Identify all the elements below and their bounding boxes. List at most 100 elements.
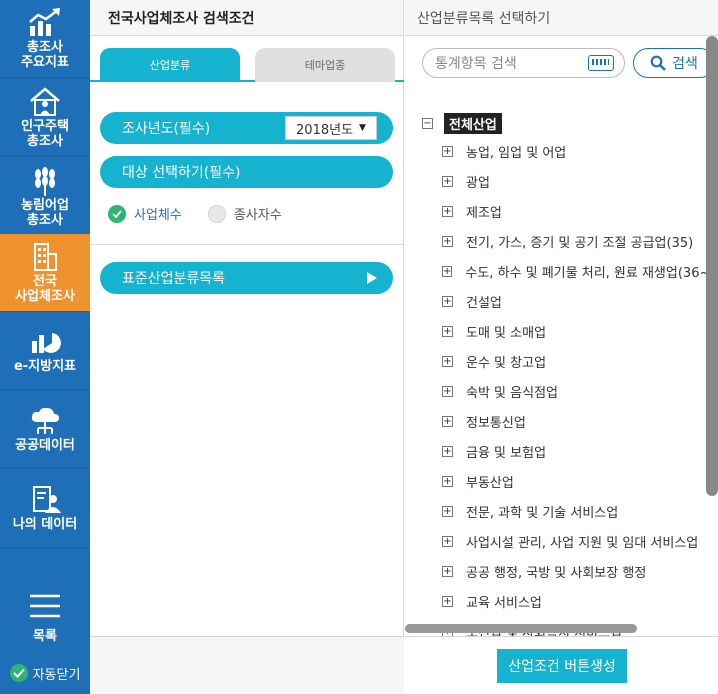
nav-label: e-지방지표	[13, 359, 77, 374]
expand-icon[interactable]: +	[442, 355, 453, 367]
tree-item[interactable]: + 수도, 하수 및 폐기물 처리, 원료 재생업(36~39)	[422, 256, 718, 286]
expand-icon[interactable]: +	[442, 445, 453, 457]
year-select[interactable]: 2018년도 ▼	[285, 116, 377, 140]
auto-close-label: 자동닫기	[32, 667, 81, 683]
tree-item[interactable]: + 전문, 과학 및 기술 서비스업	[422, 496, 702, 526]
wheat-icon	[27, 166, 63, 196]
user-document-icon	[27, 485, 63, 515]
tree-item[interactable]: + 공공 행정, 국방 및 사회보장 행정	[422, 556, 702, 586]
tab-theme-industry[interactable]: 테마업종	[255, 48, 395, 82]
tree-item[interactable]: + 운수 및 창고업	[422, 346, 702, 376]
industry-list-panel: 산업분류목록 선택하기 통계항목 검색 검색 − 전체산업 + 농업, 임업 및 …	[405, 0, 718, 694]
tab-bar: 산업분류 테마업종	[90, 46, 404, 82]
nav-label: 인구주택 총조사	[21, 118, 69, 149]
tree-item-label: 전문, 과학 및 기술 서비스업	[466, 505, 619, 521]
tree-item[interactable]: + 전기, 가스, 증기 및 공기 조절 공급업(35)	[422, 226, 702, 256]
tree-item-label: 부동산업	[466, 475, 514, 491]
expand-icon[interactable]: +	[442, 535, 453, 547]
tree-item-label: 공공 행정, 국방 및 사회보장 행정	[466, 565, 647, 581]
tree-item[interactable]: + 도매 및 소매업	[422, 316, 702, 346]
industry-tree: − 전체산업 + 농업, 임업 및 어업 + 광업 + 제조업 + 전기, 가스, 증기…	[422, 110, 718, 646]
auto-close-toggle[interactable]: 자동닫기	[0, 652, 90, 694]
radio-employee-count[interactable]: 종사자수	[207, 204, 282, 223]
search-button-label: 검색	[672, 56, 698, 72]
target-select-label: 대상 선택하기(필수)	[122, 165, 241, 181]
tree-item[interactable]: + 사업시설 관리, 사업 지원 및 임대 서비스업	[422, 526, 702, 556]
building-icon	[27, 242, 63, 272]
year-value: 2018년도	[296, 122, 354, 138]
divider	[90, 244, 404, 245]
search-icon	[650, 55, 666, 71]
panel-title: 전국사업체조사 검색조건	[90, 0, 403, 36]
left-nav: 총조사 주요지표 인구주택 총조사 농림어업 총조사 전국 사업체조사 e-지방…	[0, 0, 90, 694]
keyboard-icon[interactable]	[588, 55, 614, 71]
expand-icon[interactable]: +	[442, 325, 453, 337]
tab-industry-classification[interactable]: 산업분류	[100, 48, 240, 82]
expand-icon[interactable]: +	[442, 205, 453, 217]
expand-icon[interactable]: +	[442, 175, 453, 187]
vertical-scrollbar[interactable]	[706, 36, 718, 496]
tree-item-label: 수도, 하수 및 폐기물 처리, 원료 재생업(36~39)	[465, 265, 718, 281]
nav-item-agriculture[interactable]: 농림어업 총조사	[0, 158, 90, 236]
expand-icon[interactable]: +	[442, 565, 453, 577]
hamburger-icon	[30, 594, 60, 617]
tree-item-label: 농업, 임업 및 어업	[466, 145, 567, 161]
expand-icon[interactable]: +	[442, 475, 453, 487]
nav-label: 공공데이터	[15, 438, 75, 453]
check-icon	[9, 664, 28, 682]
expand-icon[interactable]: +	[442, 235, 453, 247]
expand-icon[interactable]: +	[442, 595, 453, 607]
chart-growth-icon	[27, 7, 63, 38]
target-radio-group: 사업체수 종사자수	[108, 204, 308, 223]
tree-item[interactable]: + 농업, 임업 및 어업	[422, 136, 702, 166]
search-button[interactable]: 검색	[633, 48, 715, 78]
tree-item-label: 운수 및 창고업	[466, 355, 547, 371]
nav-item-census-indicators[interactable]: 총조사 주요지표	[0, 0, 90, 78]
dropdown-arrow-icon: ▼	[359, 123, 366, 133]
bar-pie-chart-icon	[27, 327, 63, 357]
expand-icon[interactable]: +	[442, 265, 453, 277]
tree-item[interactable]: + 교육 서비스업	[422, 586, 702, 616]
tree-item-label: 사업시설 관리, 사업 지원 및 임대 서비스업	[466, 535, 699, 551]
expand-icon[interactable]: +	[442, 145, 453, 157]
expand-icon[interactable]: +	[442, 385, 453, 397]
nav-item-public-data[interactable]: 공공데이터	[0, 391, 90, 469]
expand-icon[interactable]: +	[442, 295, 453, 307]
search-conditions-panel: 전국사업체조사 검색조건 산업분류 테마업종 조사년도(필수) 2018년도 ▼…	[90, 0, 404, 694]
expand-icon[interactable]: +	[442, 415, 453, 427]
nav-item-my-data[interactable]: 나의 데이터	[0, 470, 90, 548]
tree-item-label: 전기, 가스, 증기 및 공기 조절 공급업(35)	[466, 235, 694, 251]
tree-item[interactable]: + 정보통신업	[422, 406, 702, 436]
menu-button[interactable]: 목록	[0, 584, 90, 652]
standard-classification-label: 표준산업분류목록	[122, 271, 226, 287]
tree-item[interactable]: + 건설업	[422, 286, 702, 316]
expand-icon[interactable]: +	[442, 505, 453, 517]
tree-item[interactable]: + 금융 및 보험업	[422, 436, 702, 466]
tree-root[interactable]: − 전체산업	[422, 110, 702, 136]
tree-item-label: 도매 및 소매업	[466, 325, 547, 341]
radio-checked-icon	[108, 204, 126, 223]
standard-classification-button[interactable]: 표준산업분류목록	[100, 262, 393, 294]
tree-item[interactable]: + 광업	[422, 166, 702, 196]
nav-item-local-indicators[interactable]: e-지방지표	[0, 312, 90, 390]
tree-item[interactable]: + 제조업	[422, 196, 702, 226]
tree-item[interactable]: + 부동산업	[422, 466, 702, 496]
horizontal-scrollbar[interactable]	[405, 624, 637, 633]
nav-item-population-housing[interactable]: 인구주택 총조사	[0, 79, 90, 157]
nav-label: 농림어업 총조사	[21, 197, 69, 228]
cloud-network-icon	[27, 406, 63, 436]
tree-item-label: 금융 및 보험업	[466, 445, 547, 461]
menu-label: 목록	[33, 628, 57, 644]
tree-item[interactable]: + 숙박 및 음식점업	[422, 376, 702, 406]
radio-business-count[interactable]: 사업체수	[108, 204, 182, 223]
collapse-icon[interactable]: −	[422, 117, 433, 129]
generate-condition-button[interactable]: 산업조건 버튼생성	[497, 649, 627, 683]
survey-year-label: 조사년도(필수)	[122, 121, 211, 137]
tree-item-label: 제조업	[466, 205, 502, 221]
tree-item-label: 광업	[466, 175, 490, 191]
radio-label: 사업체수	[134, 208, 182, 223]
nav-item-business-survey[interactable]: 전국 사업체조사	[0, 234, 90, 312]
search-input[interactable]: 통계항목 검색	[422, 48, 625, 78]
target-select-button[interactable]: 대상 선택하기(필수)	[100, 156, 393, 188]
house-person-icon	[27, 86, 63, 117]
